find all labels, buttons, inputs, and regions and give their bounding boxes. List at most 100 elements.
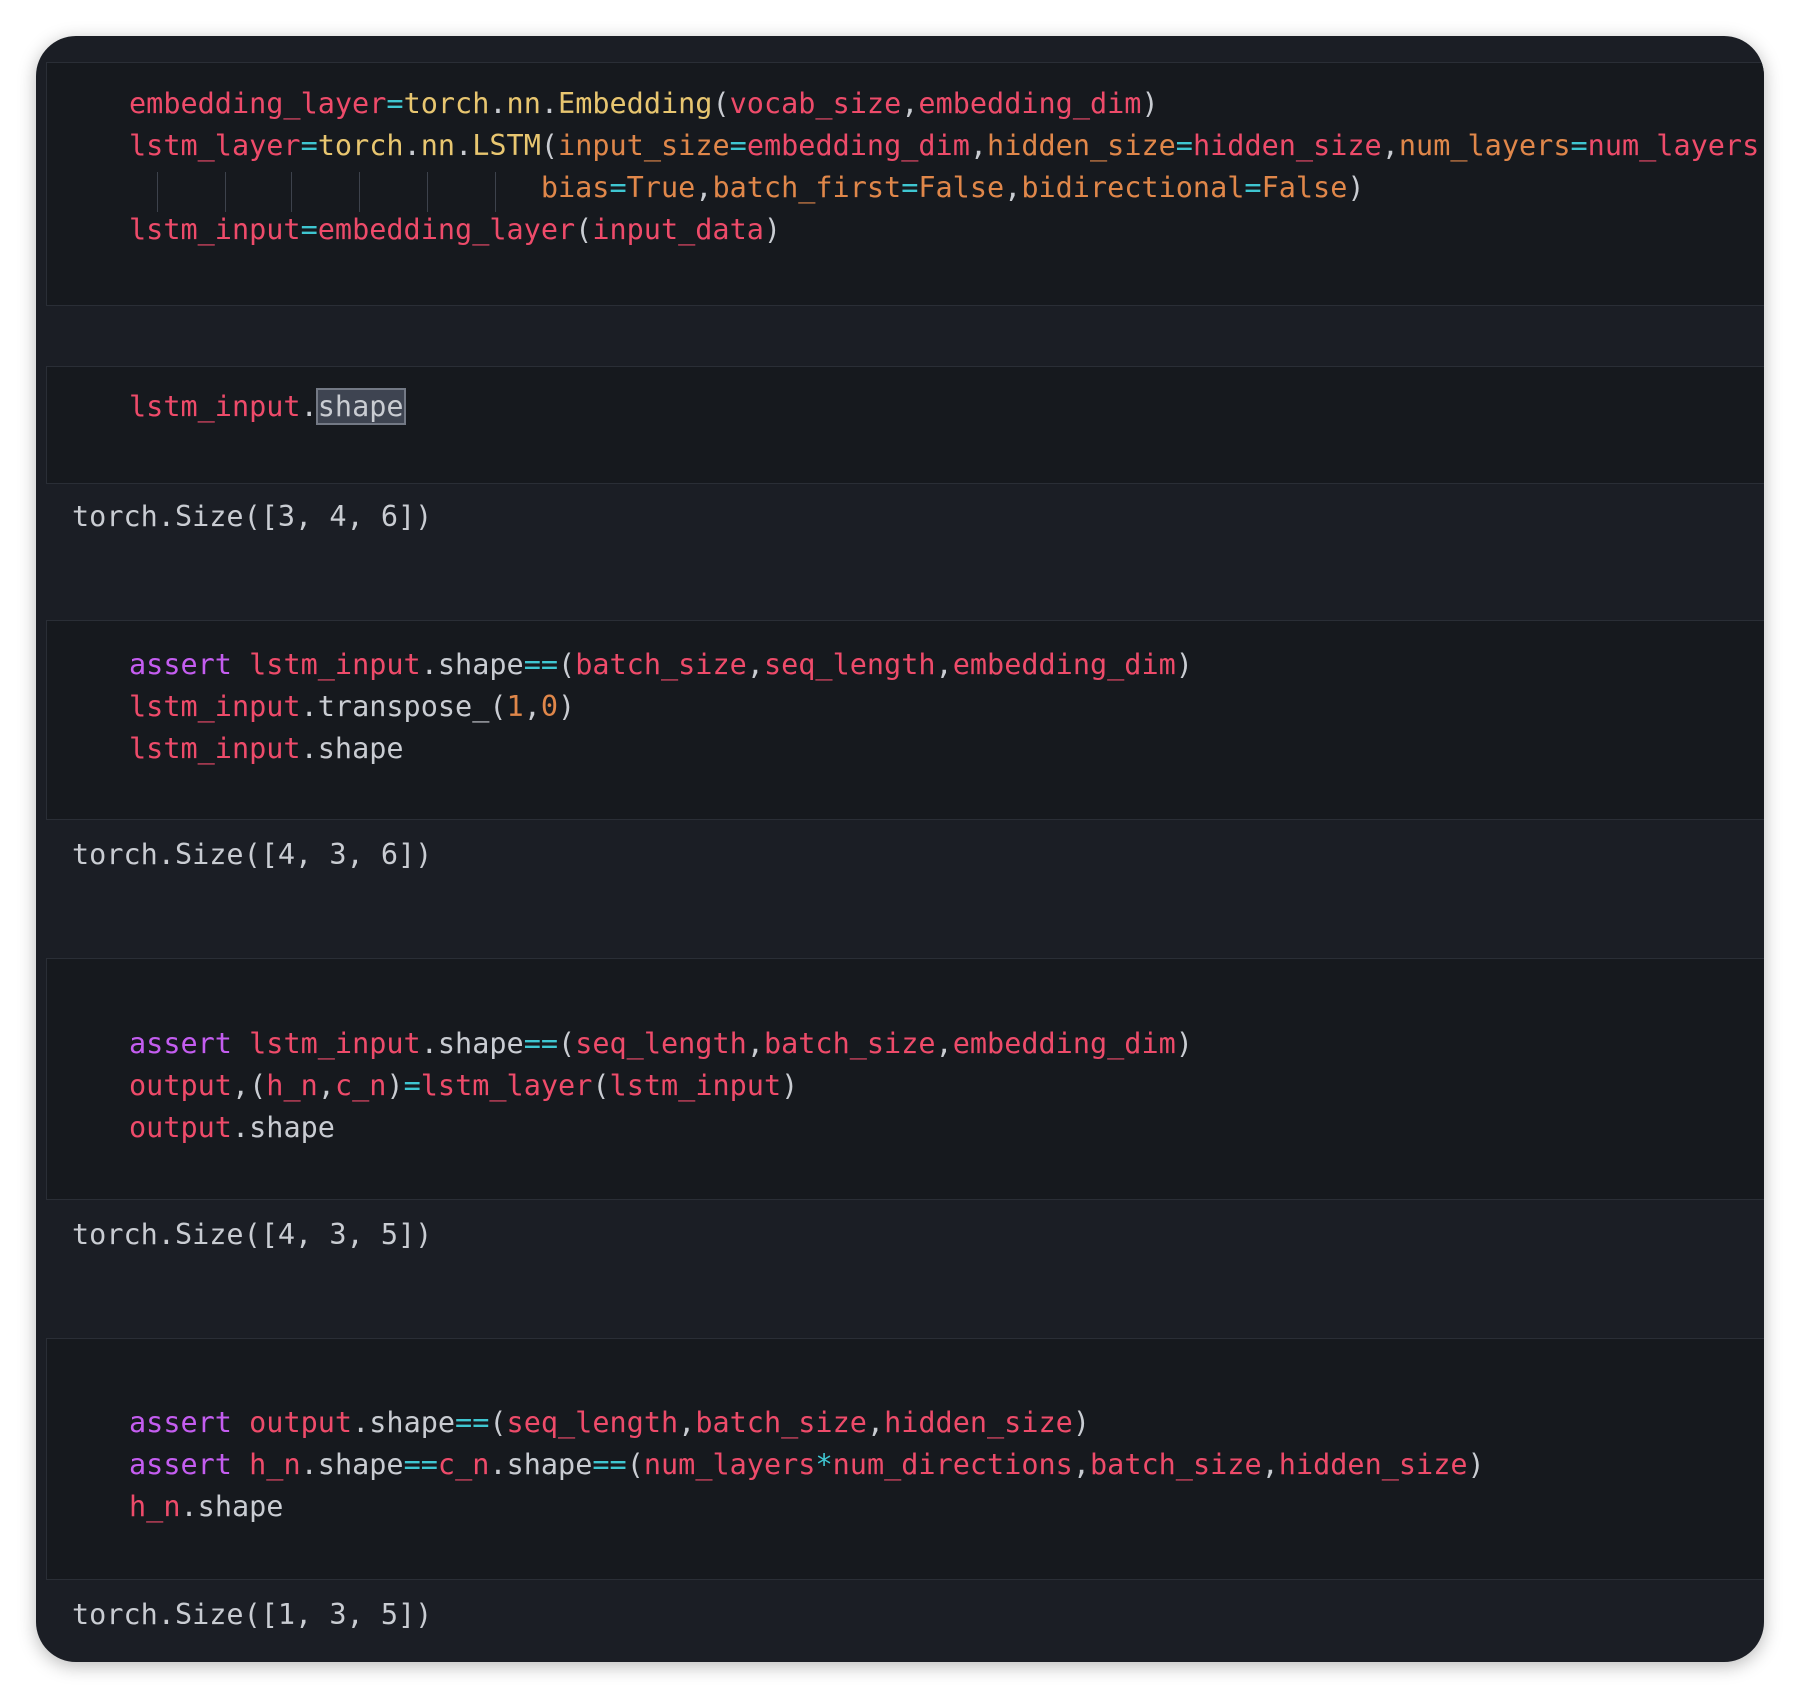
- code-token: lstm_input: [129, 213, 301, 246]
- code-line[interactable]: h_n.shape: [129, 1486, 1485, 1528]
- code-token: ,: [678, 1406, 696, 1439]
- code-token: .: [300, 732, 318, 765]
- code-line[interactable]: assert lstm_input.shape==(batch_size,seq…: [129, 644, 1193, 686]
- code-token: .: [420, 1027, 438, 1060]
- code-line[interactable]: lstm_input.shape: [129, 386, 406, 428]
- code-token: ,: [1759, 129, 1764, 162]
- code-token: ,: [866, 1406, 885, 1439]
- code-token: =: [300, 129, 318, 162]
- code-token: shape: [197, 1490, 284, 1523]
- code-token: ==: [455, 1406, 490, 1439]
- code-token: ,: [523, 690, 541, 723]
- code-cell-5[interactable]: assert output.shape==(seq_length,batch_s…: [46, 1338, 1764, 1580]
- code-line[interactable]: output,(h_n,c_n)=lstm_layer(lstm_input): [129, 1065, 1193, 1107]
- output-cell-4: torch.Size([4, 3, 5]): [46, 1202, 1764, 1262]
- code-token: hidden_size: [987, 129, 1176, 162]
- code-token: ): [781, 1069, 799, 1102]
- code-block[interactable]: assert output.shape==(seq_length,batch_s…: [129, 1402, 1485, 1528]
- code-token: shape: [315, 388, 406, 425]
- code-token: lstm_input: [129, 690, 301, 723]
- code-token: num_layers: [1398, 129, 1571, 162]
- code-token: h_n: [249, 1448, 301, 1481]
- code-token: shape: [317, 732, 404, 765]
- code-token: lstm_input: [249, 648, 421, 681]
- code-block[interactable]: lstm_input.shape: [129, 386, 406, 428]
- code-cell-2[interactable]: lstm_input.shape: [46, 366, 1764, 484]
- code-token: hidden_size: [1192, 129, 1382, 162]
- code-token: batch_first: [712, 171, 902, 204]
- code-token: shape: [249, 1111, 335, 1144]
- code-token: seq_length: [763, 648, 936, 681]
- code-line[interactable]: lstm_input.transpose_(1,0): [129, 686, 1193, 728]
- code-token: assert: [129, 648, 232, 681]
- code-token: ,: [746, 1027, 764, 1060]
- output-cell-5: torch.Size([1, 3, 5]): [46, 1582, 1764, 1642]
- code-token: transpose_: [317, 690, 490, 723]
- code-cell-4[interactable]: assert lstm_input.shape==(seq_length,bat…: [46, 958, 1764, 1200]
- code-token: batch_size: [695, 1406, 867, 1439]
- code-cell-3[interactable]: assert lstm_input.shape==(batch_size,seq…: [46, 620, 1764, 820]
- code-token: .: [352, 1406, 370, 1439]
- code-line[interactable]: assert h_n.shape==c_n.shape==(num_layers…: [129, 1444, 1485, 1486]
- code-token: nn: [420, 129, 456, 162]
- code-block[interactable]: assert lstm_input.shape==(batch_size,seq…: [129, 644, 1193, 770]
- code-token: ,: [1004, 171, 1022, 204]
- code-token: embedding_dim: [918, 87, 1142, 120]
- code-line[interactable]: lstm_input=embedding_layer(input_data): [129, 209, 1764, 251]
- notebook-card: embedding_layer=torch.nn.Embedding(vocab…: [36, 36, 1764, 1662]
- code-line[interactable]: lstm_layer=torch.nn.LSTM(input_size=embe…: [129, 125, 1764, 167]
- code-token: ,: [746, 648, 764, 681]
- code-token: ,(: [231, 1069, 267, 1102]
- code-line[interactable]: lstm_input.shape: [129, 728, 1193, 770]
- code-token: shape: [317, 1448, 404, 1481]
- code-token: batch_size: [763, 1027, 936, 1060]
- code-token: ): [1141, 87, 1159, 120]
- code-token: assert: [129, 1406, 232, 1439]
- code-token: shape: [437, 1027, 524, 1060]
- code-block[interactable]: embedding_layer=torch.nn.Embedding(vocab…: [129, 83, 1764, 251]
- code-token: *: [815, 1448, 833, 1481]
- code-line[interactable]: embedding_layer=torch.nn.Embedding(vocab…: [129, 83, 1764, 125]
- code-token: =: [1570, 129, 1588, 162]
- code-token: hidden_size: [1278, 1448, 1468, 1481]
- code-token: batch_size: [1090, 1448, 1262, 1481]
- code-token: .: [540, 87, 559, 120]
- code-token: =: [901, 171, 919, 204]
- code-line[interactable]: assert output.shape==(seq_length,batch_s…: [129, 1402, 1485, 1444]
- code-token: (: [592, 1069, 610, 1102]
- code-token: .: [403, 129, 421, 162]
- code-token: Embedding: [558, 87, 713, 120]
- code-token: shape: [369, 1406, 456, 1439]
- code-block[interactable]: assert lstm_input.shape==(seq_length,bat…: [129, 1023, 1193, 1149]
- code-token: h_n: [129, 1490, 181, 1523]
- code-token: embedding_dim: [952, 648, 1176, 681]
- code-token: output: [249, 1406, 353, 1439]
- code-token: c_n: [334, 1069, 387, 1102]
- code-line[interactable]: bias=True,batch_first=False,bidirectiona…: [129, 167, 1764, 209]
- code-token: embedding_dim: [746, 129, 970, 162]
- code-token: ==: [403, 1448, 438, 1481]
- code-token: (: [489, 1406, 507, 1439]
- code-cell-1[interactable]: embedding_layer=torch.nn.Embedding(vocab…: [46, 62, 1764, 306]
- code-token: =: [403, 1069, 421, 1102]
- code-token: (: [558, 648, 576, 681]
- output-text: torch.Size([3, 4, 6]): [72, 500, 433, 533]
- code-token: ): [386, 1069, 404, 1102]
- code-token: lstm_layer: [420, 1069, 593, 1102]
- code-token: =: [729, 129, 747, 162]
- code-token: (: [489, 690, 507, 723]
- code-token: bidirectional: [1021, 171, 1245, 204]
- code-token: lstm_input: [249, 1027, 421, 1060]
- code-token: seq_length: [506, 1406, 679, 1439]
- code-token: ): [558, 690, 576, 723]
- code-line[interactable]: assert lstm_input.shape==(seq_length,bat…: [129, 1023, 1193, 1065]
- code-token: lstm_input: [609, 1069, 782, 1102]
- code-token: (: [540, 129, 559, 162]
- code-line[interactable]: output.shape: [129, 1107, 1193, 1149]
- code-token: shape: [506, 1448, 593, 1481]
- code-token: h_n: [266, 1069, 318, 1102]
- code-token: ): [1175, 648, 1193, 681]
- code-token: .: [489, 87, 507, 120]
- code-token: (: [575, 213, 593, 246]
